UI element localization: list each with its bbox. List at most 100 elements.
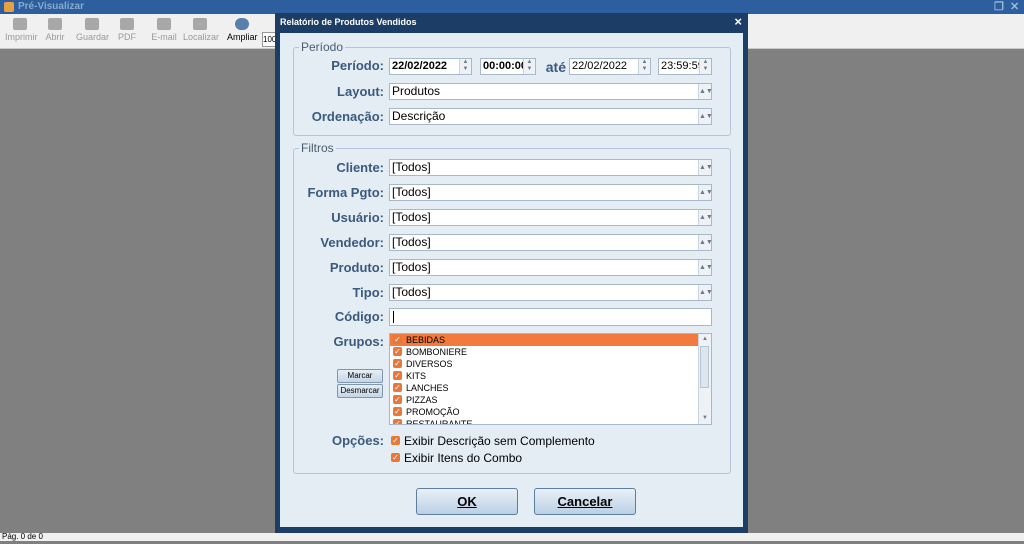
grupo-label: LANCHES: [406, 383, 449, 393]
vendedor-label: Vendedor:: [320, 235, 384, 250]
binoculars-icon: [193, 18, 207, 30]
open-button[interactable]: Abrir: [43, 18, 67, 42]
time-to-input[interactable]: 23:59:59 ▲ ▼: [658, 58, 712, 75]
ordenacao-label: Ordenação:: [311, 109, 384, 124]
checkmark-icon: ✓: [391, 436, 400, 445]
grupo-item[interactable]: ✓ DIVERSOS: [390, 358, 711, 370]
checkbox-checked-icon[interactable]: ✓: [393, 359, 402, 368]
grupos-label: Grupos:: [333, 334, 384, 349]
codigo-input[interactable]: [389, 308, 712, 326]
dropdown-arrow-icon: ▲▼: [698, 160, 713, 175]
ate-label: até: [545, 59, 566, 75]
dropdown-arrow-icon: ▲▼: [698, 210, 713, 225]
grupo-label: BEBIDAS: [406, 335, 446, 345]
grupos-scrollbar[interactable]: ▲ ▼: [698, 334, 711, 424]
close-icon[interactable]: ✕: [1010, 0, 1019, 13]
text-caret: [393, 311, 394, 323]
dropdown-arrow-icon: ▲▼: [698, 260, 713, 275]
find-button[interactable]: Localizar: [183, 18, 219, 42]
grupo-item[interactable]: ✓ BEBIDAS: [390, 334, 711, 346]
zoom-button[interactable]: Ampliar: [227, 18, 258, 42]
codigo-label: Código:: [334, 309, 384, 324]
grupo-label: KITS: [406, 371, 427, 381]
status-bar: Pág. 0 de 0: [0, 532, 1024, 541]
checkbox-checked-icon[interactable]: ✓: [393, 347, 402, 356]
grupo-item[interactable]: ✓ RESTAURANTE: [390, 418, 711, 425]
app-titlebar: Pré-Visualizar ❐ ✕: [0, 0, 1024, 14]
date-to-input[interactable]: 22/02/2022 ▲ ▼: [569, 58, 651, 75]
dialog-titlebar: Relatório de Produtos Vendidos ×: [275, 13, 748, 32]
filtros-legend: Filtros: [301, 141, 334, 155]
printer-icon: [13, 18, 27, 30]
cliente-label: Cliente:: [336, 160, 384, 175]
print-button[interactable]: Imprimir: [5, 18, 38, 42]
checkbox-checked-icon[interactable]: ✓: [393, 335, 402, 344]
restore-icon[interactable]: ❐: [994, 0, 1004, 13]
periodo-label: Período:: [331, 58, 384, 73]
checkbox-checked-icon[interactable]: ✓: [393, 395, 402, 404]
forma-pgto-select[interactable]: [Todos] ▲▼: [389, 184, 713, 201]
opcoes-label: Opções:: [331, 433, 384, 448]
layout-label: Layout:: [337, 84, 384, 99]
ordenacao-select[interactable]: Descrição ▲▼: [389, 108, 713, 125]
grupo-item[interactable]: ✓ LANCHES: [390, 382, 711, 394]
checkbox-checked-icon[interactable]: ✓: [393, 419, 402, 424]
grupo-label: DIVERSOS: [406, 359, 453, 369]
spin-buttons[interactable]: ▲ ▼: [638, 59, 650, 74]
folder-icon: [48, 18, 62, 30]
email-icon: [157, 18, 171, 30]
app-icon: [4, 2, 14, 12]
grupo-label: PIZZAS: [406, 395, 438, 405]
zoom-icon: [235, 18, 249, 30]
tipo-select[interactable]: [Todos] ▲▼: [389, 284, 713, 301]
save-icon: [85, 18, 99, 30]
dropdown-arrow-icon: ▲▼: [698, 84, 713, 99]
grupos-checklist[interactable]: ✓ BEBIDAS ✓ BOMBONIERE ✓ DIVERSOS ✓ KITS ✓ LANCHE…: [389, 333, 712, 425]
forma-pgto-label: Forma Pgto:: [307, 185, 384, 200]
cliente-select[interactable]: [Todos] ▲▼: [389, 159, 713, 176]
opcao-combo-checkbox[interactable]: ✓ Exibir Itens do Combo: [390, 451, 522, 465]
dialog-close-icon[interactable]: ×: [734, 14, 742, 29]
produto-label: Produto:: [329, 260, 384, 275]
dropdown-arrow-icon: ▲▼: [698, 109, 713, 124]
date-from-input[interactable]: 22/02/2022 ▲ ▼: [389, 58, 472, 75]
dropdown-arrow-icon: ▲▼: [698, 185, 713, 200]
scroll-thumb[interactable]: [700, 346, 709, 388]
dialog-body: Período Período: 22/02/2022 ▲ ▼ 00:00:00 ▲ ▼…: [280, 33, 743, 527]
checkmark-icon: ✓: [391, 453, 400, 462]
cancelar-button[interactable]: Cancelar: [534, 488, 636, 515]
produto-select[interactable]: [Todos] ▲▼: [389, 259, 713, 276]
marcar-button[interactable]: Marcar: [337, 369, 383, 383]
scroll-up-icon[interactable]: ▲: [699, 334, 711, 345]
grupo-item[interactable]: ✓ PROMOÇÃO: [390, 406, 711, 418]
ok-button[interactable]: OK: [416, 488, 518, 515]
scroll-down-icon[interactable]: ▼: [699, 413, 711, 424]
pdf-icon: [120, 18, 134, 30]
vendedor-select[interactable]: [Todos] ▲▼: [389, 234, 713, 251]
layout-select[interactable]: Produtos ▲▼: [389, 83, 713, 100]
grupo-item[interactable]: ✓ PIZZAS: [390, 394, 711, 406]
dropdown-arrow-icon: ▲▼: [698, 285, 713, 300]
checkbox-checked-icon[interactable]: ✓: [393, 371, 402, 380]
report-dialog: Relatório de Produtos Vendidos × Período…: [275, 13, 748, 533]
dialog-title: Relatório de Produtos Vendidos: [280, 17, 417, 27]
checkbox-checked-icon[interactable]: ✓: [393, 383, 402, 392]
save-button[interactable]: Guardar: [76, 18, 109, 42]
tipo-label: Tipo:: [352, 285, 384, 300]
grupo-item[interactable]: ✓ BOMBONIERE: [390, 346, 711, 358]
usuario-label: Usuário:: [331, 210, 384, 225]
grupo-label: BOMBONIERE: [406, 347, 468, 357]
checkbox-checked-icon[interactable]: ✓: [393, 407, 402, 416]
spin-buttons[interactable]: ▲ ▼: [699, 59, 711, 74]
spin-buttons[interactable]: ▲ ▼: [459, 59, 471, 74]
app-title: Pré-Visualizar: [18, 1, 84, 12]
page-status: Pág. 0 de 0: [2, 532, 43, 541]
dropdown-arrow-icon: ▲▼: [698, 235, 713, 250]
usuario-select[interactable]: [Todos] ▲▼: [389, 209, 713, 226]
opcao-descricao-checkbox[interactable]: ✓ Exibir Descrição sem Complemento: [390, 434, 595, 448]
desmarcar-button[interactable]: Desmarcar: [337, 384, 383, 398]
grupo-item[interactable]: ✓ KITS: [390, 370, 711, 382]
pdf-button[interactable]: PDF: [117, 18, 137, 42]
grupo-label: RESTAURANTE: [406, 419, 473, 425]
email-button[interactable]: E-mail: [151, 18, 177, 42]
